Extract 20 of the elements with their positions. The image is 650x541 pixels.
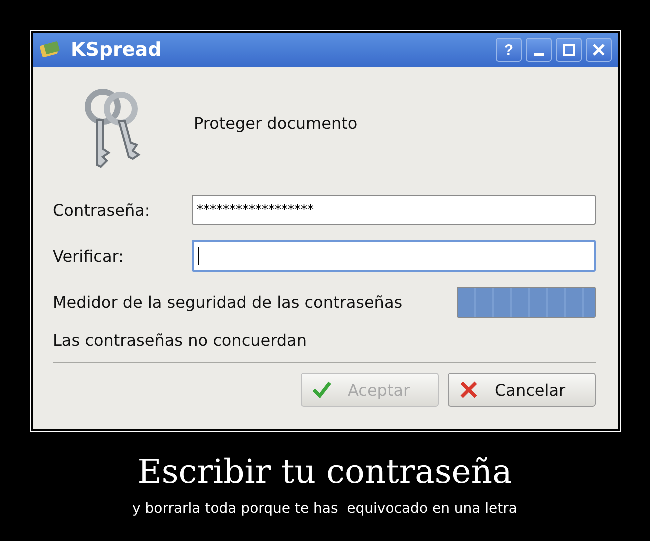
strength-label: Medidor de la seguridad de las contraseñas — [53, 292, 404, 312]
maximize-button[interactable] — [556, 38, 582, 62]
close-button[interactable] — [586, 38, 612, 62]
cross-icon — [459, 380, 479, 400]
close-icon — [592, 43, 606, 57]
dialog-heading: Proteger documento — [194, 114, 358, 132]
password-field[interactable]: ****************** — [192, 195, 596, 225]
cancel-button[interactable]: Cancelar — [448, 373, 596, 407]
field-label: Verificar: — [53, 246, 125, 266]
minimize-button[interactable] — [526, 38, 552, 62]
check-icon — [312, 380, 332, 400]
minimize-icon — [534, 52, 544, 56]
password-field[interactable] — [192, 240, 596, 272]
window-title: KSpread — [71, 39, 163, 61]
maximize-icon — [562, 43, 576, 57]
status-message: Las contraseñas no concuerdan — [53, 331, 308, 350]
field-label: Contraseña: — [53, 200, 152, 220]
app-icon — [39, 40, 63, 60]
poster-subtitle: y borrarla toda porque te has equivocado en una letra — [132, 501, 518, 517]
poster-title: Escribir tu contraseña — [136, 452, 514, 491]
